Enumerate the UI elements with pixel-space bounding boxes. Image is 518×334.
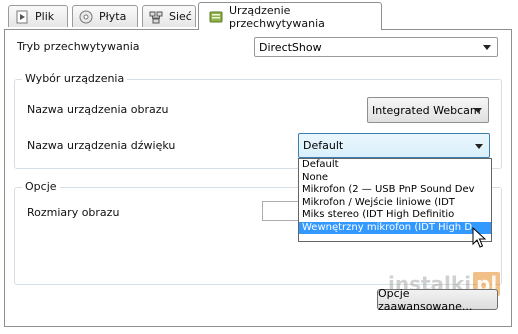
advanced-options-label: Opcje zaawansowane... — [378, 286, 473, 313]
audio-option[interactable]: Mikrofon (2 — USB PnP Sound Dev — [299, 184, 491, 197]
capture-dialog: Plik Płyta Sieć Urządzenie przechwytywan… — [0, 0, 518, 334]
tab-network-label: Sieć — [169, 10, 192, 23]
capture-mode-select[interactable]: DirectShow — [254, 37, 498, 57]
chevron-down-icon — [475, 143, 483, 149]
tab-bar: Plik Płyta Sieć Urządzenie przechwytywan… — [0, 0, 518, 30]
audio-device-label: Nazwa urządzenia dźwięku — [27, 139, 176, 152]
disc-icon — [79, 10, 93, 24]
audio-option[interactable]: None — [299, 172, 491, 185]
device-selection-title: Wybór urządzenia — [22, 72, 128, 85]
audio-device-dropdown: Default None Mikrofon (2 — USB PnP Sound… — [298, 158, 492, 242]
chevron-down-icon — [483, 45, 491, 50]
tab-disc[interactable]: Płyta — [72, 5, 138, 27]
video-device-select[interactable]: Integrated Webcam — [367, 97, 489, 123]
capture-device-icon — [209, 10, 223, 24]
tab-disc-label: Płyta — [99, 10, 127, 23]
options-title: Opcje — [22, 180, 60, 193]
video-device-label: Nazwa urządzenia obrazu — [27, 103, 169, 116]
audio-option[interactable]: Mikrofon / Wejście liniowe (IDT — [299, 197, 491, 210]
mouse-cursor-icon — [472, 226, 487, 252]
audio-option-highlighted[interactable]: Wewnętrzny mikrofon (IDT High D — [299, 221, 491, 234]
image-size-input[interactable] — [262, 201, 302, 221]
video-device-value: Integrated Webcam — [372, 103, 481, 117]
advanced-options-button[interactable]: Opcje zaawansowane... — [377, 286, 498, 313]
capture-mode-label: Tryb przechwytywania — [17, 40, 140, 53]
audio-device-select[interactable]: Default — [298, 133, 490, 158]
network-icon — [149, 10, 163, 24]
chevron-down-icon — [474, 108, 482, 113]
audio-device-value: Default — [303, 139, 344, 152]
image-size-label: Rozmiary obrazu — [27, 206, 120, 219]
tab-capture-device-label: Urządzenie przechwytywania — [229, 3, 325, 30]
tab-file-label: Plik — [35, 10, 55, 23]
tab-file[interactable]: Plik — [8, 5, 68, 27]
audio-option[interactable]: Miks stereo (IDT High Definitio — [299, 209, 491, 222]
tab-capture-device[interactable]: Urządzenie przechwytywania — [198, 2, 382, 30]
capture-mode-value: DirectShow — [259, 40, 322, 54]
tab-network[interactable]: Sieć — [142, 5, 196, 27]
audio-option[interactable]: Default — [299, 159, 491, 172]
file-icon — [15, 10, 29, 24]
